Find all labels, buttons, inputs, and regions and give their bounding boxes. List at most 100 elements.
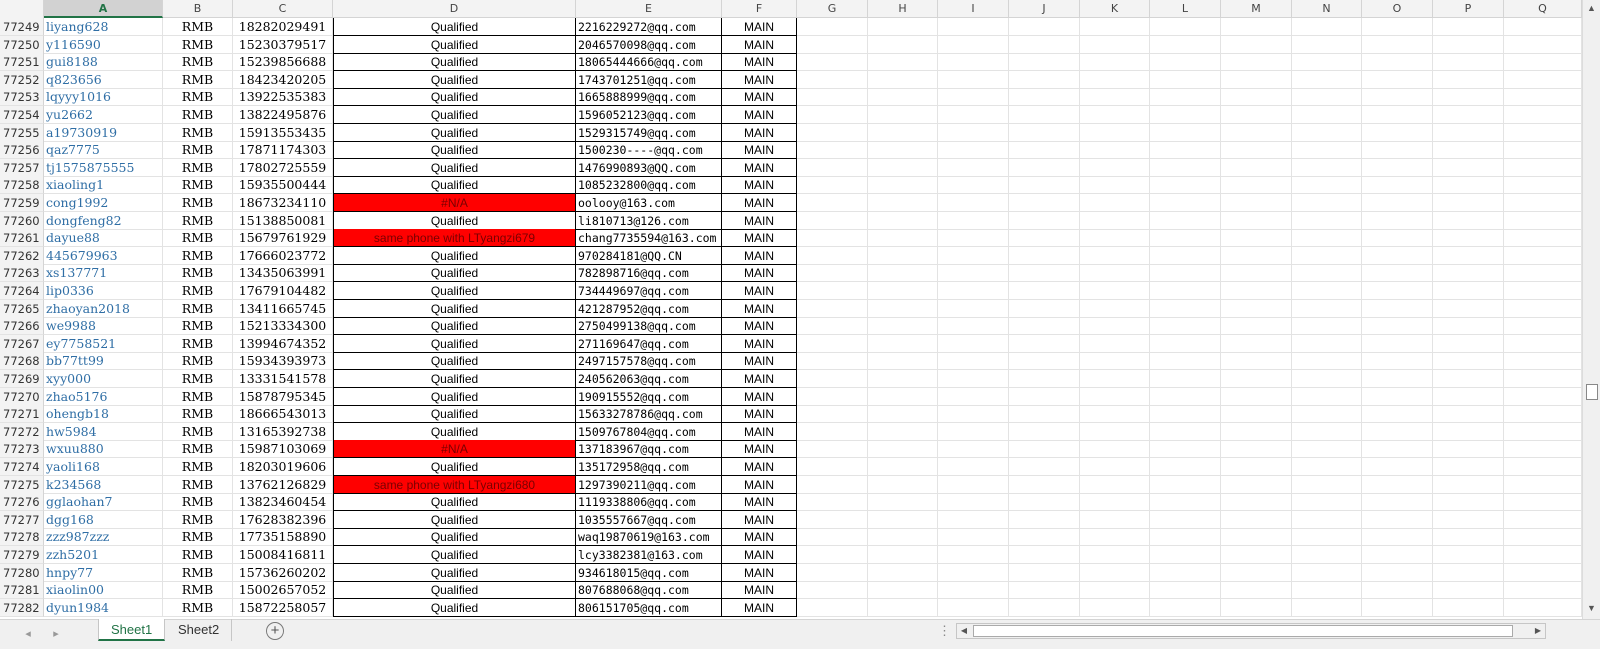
cell-empty[interactable] bbox=[1433, 35, 1504, 54]
cell-empty[interactable] bbox=[1221, 106, 1292, 124]
cell-empty[interactable] bbox=[1080, 299, 1150, 318]
cell-empty[interactable] bbox=[1504, 264, 1582, 283]
cell-b[interactable]: RMB bbox=[163, 563, 233, 582]
column-header-e[interactable]: E bbox=[576, 0, 722, 18]
cell-empty[interactable] bbox=[938, 317, 1009, 336]
cell-empty[interactable] bbox=[1504, 546, 1582, 564]
cell-empty[interactable] bbox=[1221, 158, 1292, 177]
cell-e[interactable]: 1596052123@qq.com bbox=[576, 106, 722, 124]
column-header-d[interactable]: D bbox=[333, 0, 576, 18]
cell-d[interactable]: Qualified bbox=[333, 264, 576, 283]
cell-empty[interactable] bbox=[797, 299, 868, 318]
cell-empty[interactable] bbox=[1221, 35, 1292, 54]
cell-empty[interactable] bbox=[1221, 211, 1292, 230]
cell-empty[interactable] bbox=[1504, 18, 1582, 36]
cell-empty[interactable] bbox=[1433, 317, 1504, 336]
cell-d[interactable]: Qualified bbox=[333, 422, 576, 441]
cell-empty[interactable] bbox=[1221, 299, 1292, 318]
cell-c[interactable]: 17802725559 bbox=[233, 158, 333, 177]
cell-b[interactable]: RMB bbox=[163, 194, 233, 212]
cell-e[interactable]: 1297390211@qq.com bbox=[576, 475, 722, 494]
cell-c[interactable]: 13822495876 bbox=[233, 106, 333, 124]
cell-a[interactable]: dayue88 bbox=[44, 229, 163, 248]
cell-empty[interactable] bbox=[868, 510, 938, 529]
cell-e[interactable]: 135172958@qq.com bbox=[576, 458, 722, 476]
cell-c[interactable]: 15008416811 bbox=[233, 546, 333, 564]
cell-empty[interactable] bbox=[1080, 282, 1150, 300]
cell-d[interactable]: Qualified bbox=[333, 282, 576, 300]
row-number[interactable]: 77280 bbox=[0, 563, 44, 582]
cell-empty[interactable] bbox=[797, 475, 868, 494]
cell-empty[interactable] bbox=[1221, 141, 1292, 160]
cell-c[interactable]: 15239856688 bbox=[233, 53, 333, 72]
cell-empty[interactable] bbox=[938, 387, 1009, 406]
cell-empty[interactable] bbox=[868, 405, 938, 424]
column-header-h[interactable]: H bbox=[868, 0, 938, 18]
cell-d[interactable]: #N/A bbox=[333, 194, 576, 212]
cell-empty[interactable] bbox=[1080, 598, 1150, 617]
cell-empty[interactable] bbox=[1150, 475, 1221, 494]
cell-empty[interactable] bbox=[1292, 35, 1362, 54]
cell-empty[interactable] bbox=[1292, 88, 1362, 107]
cell-d[interactable]: Qualified bbox=[333, 53, 576, 72]
row-number[interactable]: 77251 bbox=[0, 53, 44, 72]
cell-empty[interactable] bbox=[797, 35, 868, 54]
cell-d[interactable]: Qualified bbox=[333, 528, 576, 547]
row-number[interactable]: 77269 bbox=[0, 370, 44, 388]
cell-empty[interactable] bbox=[1362, 458, 1433, 476]
cell-empty[interactable] bbox=[1292, 458, 1362, 476]
cell-empty[interactable] bbox=[797, 440, 868, 459]
cell-empty[interactable] bbox=[1009, 581, 1080, 600]
cell-empty[interactable] bbox=[1009, 405, 1080, 424]
cell-empty[interactable] bbox=[1504, 211, 1582, 230]
cell-empty[interactable] bbox=[1433, 598, 1504, 617]
cell-empty[interactable] bbox=[1150, 440, 1221, 459]
cell-b[interactable]: RMB bbox=[163, 546, 233, 564]
column-header-p[interactable]: P bbox=[1433, 0, 1504, 18]
cell-empty[interactable] bbox=[1009, 317, 1080, 336]
cell-f[interactable]: MAIN bbox=[722, 70, 797, 89]
cell-f[interactable]: MAIN bbox=[722, 317, 797, 336]
cell-empty[interactable] bbox=[1150, 387, 1221, 406]
cell-a[interactable]: gui8188 bbox=[44, 53, 163, 72]
column-header-j[interactable]: J bbox=[1009, 0, 1080, 18]
cell-empty[interactable] bbox=[868, 370, 938, 388]
cell-empty[interactable] bbox=[868, 106, 938, 124]
cell-empty[interactable] bbox=[1009, 211, 1080, 230]
cell-empty[interactable] bbox=[938, 563, 1009, 582]
cell-empty[interactable] bbox=[1009, 70, 1080, 89]
cell-empty[interactable] bbox=[1504, 528, 1582, 547]
cell-empty[interactable] bbox=[1504, 458, 1582, 476]
cell-e[interactable]: 1743701251@qq.com bbox=[576, 70, 722, 89]
prev-sheet-icon[interactable]: ◂ bbox=[20, 626, 36, 642]
cell-empty[interactable] bbox=[938, 546, 1009, 564]
cell-empty[interactable] bbox=[1292, 158, 1362, 177]
cell-a[interactable]: zhao5176 bbox=[44, 387, 163, 406]
cell-empty[interactable] bbox=[797, 493, 868, 512]
cell-f[interactable]: MAIN bbox=[722, 405, 797, 424]
cell-empty[interactable] bbox=[1150, 282, 1221, 300]
cell-e[interactable]: 782898716@qq.com bbox=[576, 264, 722, 283]
cell-f[interactable]: MAIN bbox=[722, 546, 797, 564]
cell-empty[interactable] bbox=[1009, 53, 1080, 72]
cell-empty[interactable] bbox=[1150, 493, 1221, 512]
cell-a[interactable]: ohengb18 bbox=[44, 405, 163, 424]
cell-f[interactable]: MAIN bbox=[722, 264, 797, 283]
cell-empty[interactable] bbox=[1433, 475, 1504, 494]
cell-c[interactable]: 15913553435 bbox=[233, 123, 333, 142]
row-number[interactable]: 77276 bbox=[0, 493, 44, 512]
cell-empty[interactable] bbox=[868, 53, 938, 72]
cell-b[interactable]: RMB bbox=[163, 141, 233, 160]
cell-empty[interactable] bbox=[1433, 194, 1504, 212]
cell-d[interactable]: Qualified bbox=[333, 546, 576, 564]
cell-e[interactable]: 2750499138@qq.com bbox=[576, 317, 722, 336]
cell-empty[interactable] bbox=[1221, 282, 1292, 300]
cell-empty[interactable] bbox=[1080, 53, 1150, 72]
cell-empty[interactable] bbox=[1150, 299, 1221, 318]
cell-empty[interactable] bbox=[797, 88, 868, 107]
cell-empty[interactable] bbox=[868, 458, 938, 476]
add-sheet-icon[interactable]: + bbox=[266, 622, 284, 640]
cell-f[interactable]: MAIN bbox=[722, 458, 797, 476]
cell-e[interactable]: 15633278786@qq.com bbox=[576, 405, 722, 424]
cell-empty[interactable] bbox=[797, 70, 868, 89]
